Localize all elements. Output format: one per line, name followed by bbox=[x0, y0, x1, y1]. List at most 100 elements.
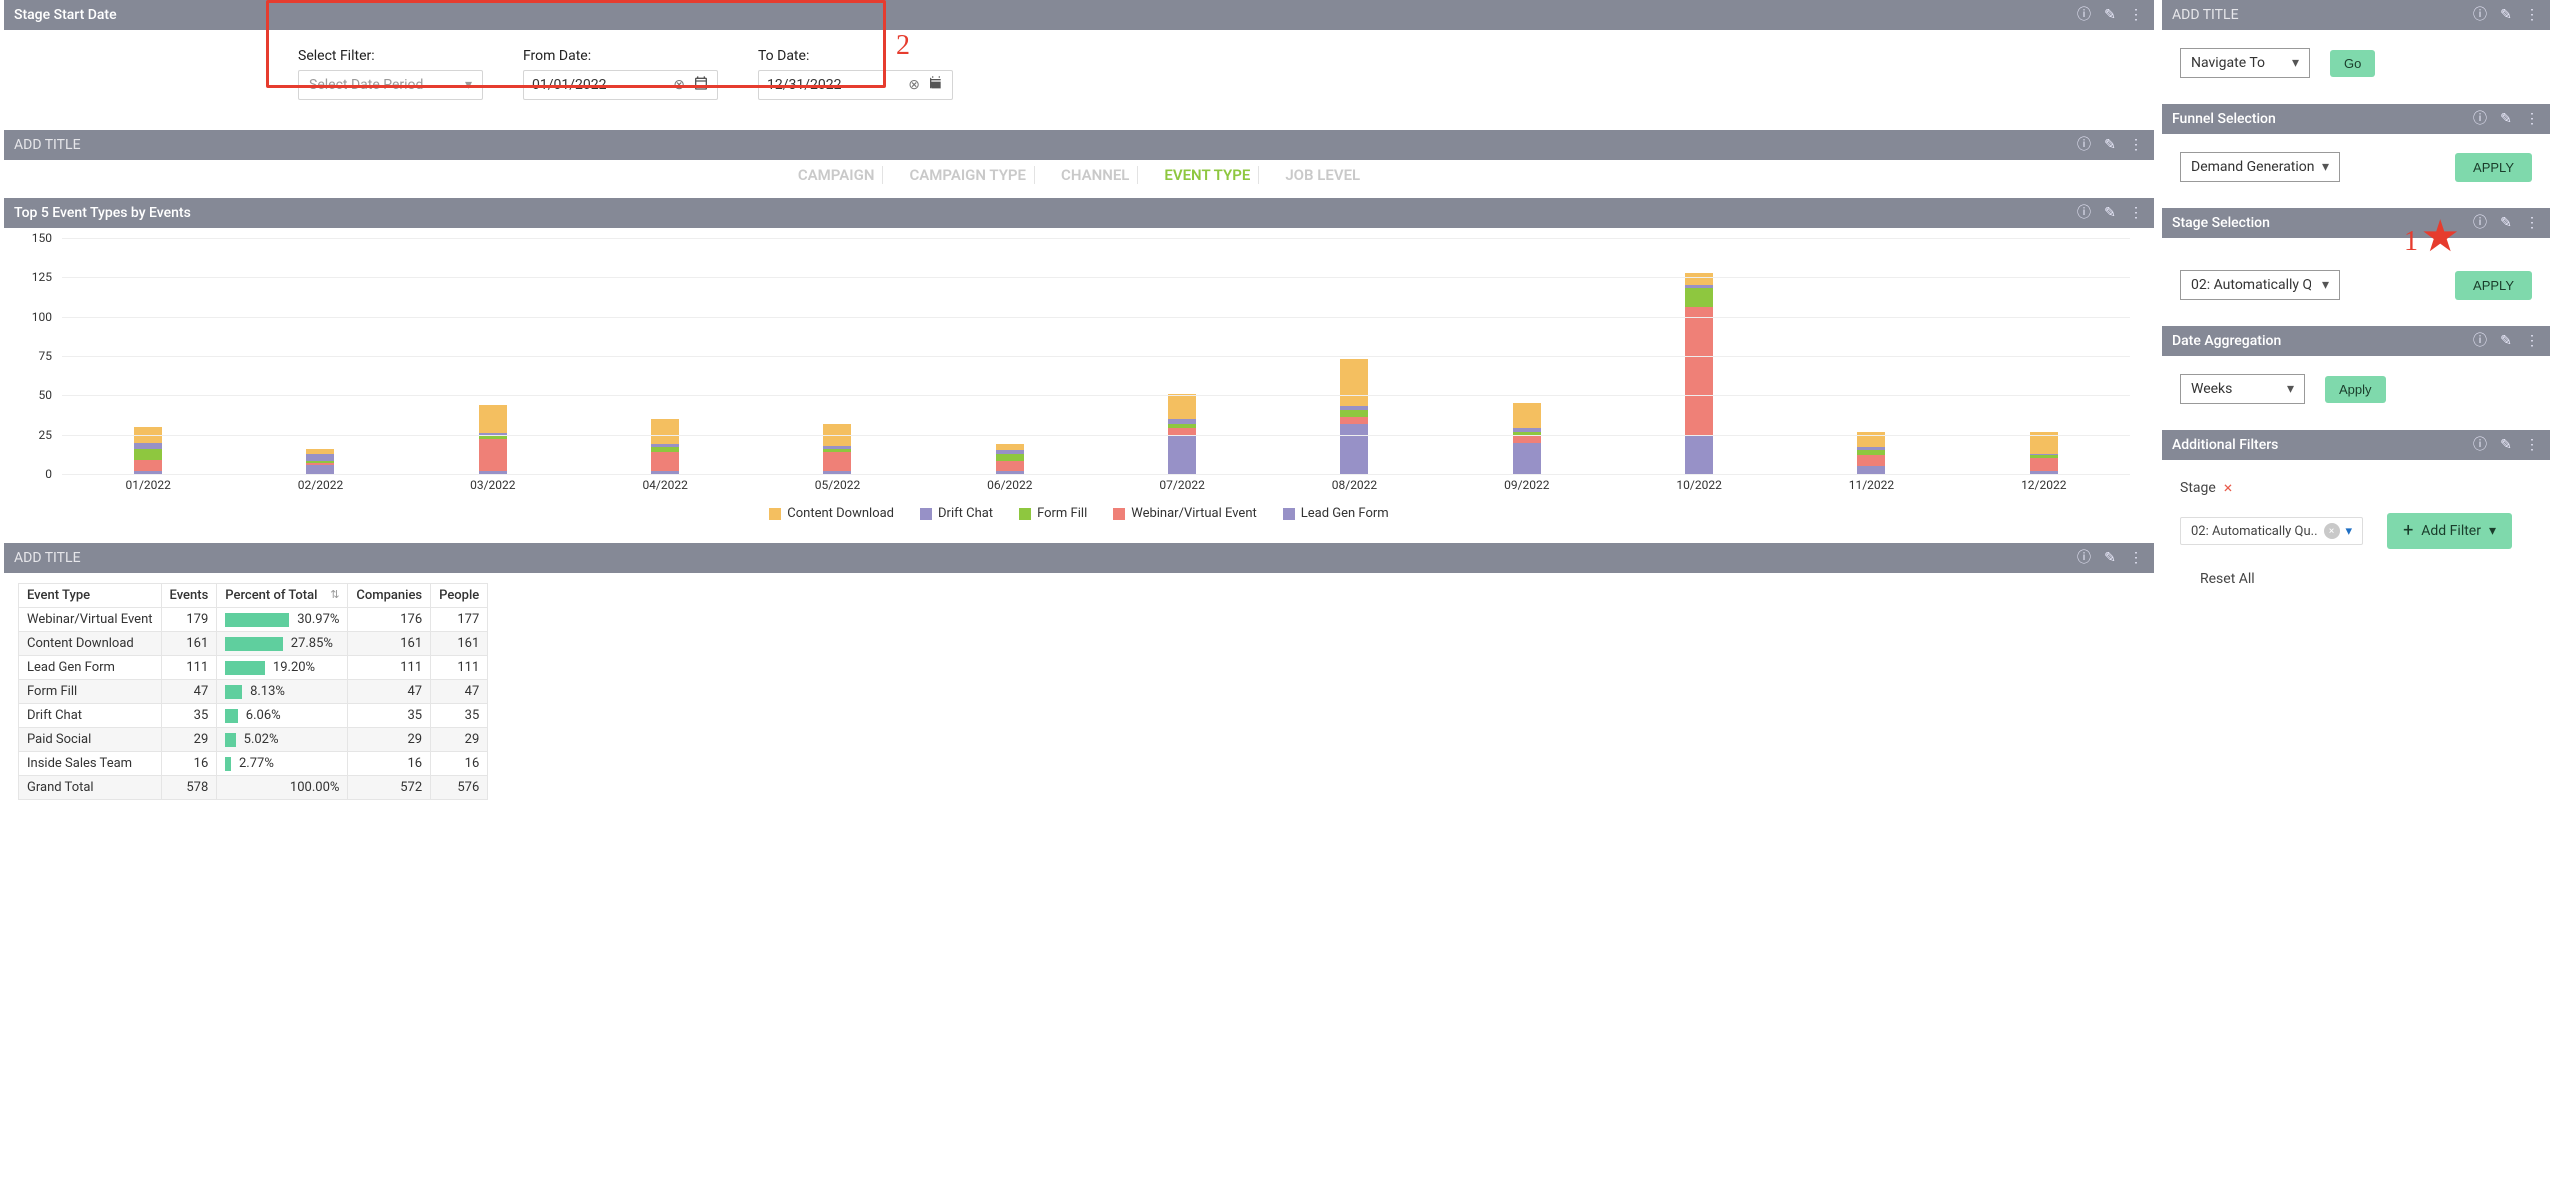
tab-event-type[interactable]: EVENT TYPE bbox=[1156, 166, 1259, 184]
legend-item[interactable]: Webinar/Virtual Event bbox=[1113, 506, 1257, 521]
more-icon[interactable]: ⋮ bbox=[2128, 138, 2144, 152]
tab-channel[interactable]: CHANNEL bbox=[1053, 166, 1138, 184]
clear-chip-icon[interactable]: × bbox=[2324, 523, 2340, 539]
from-date-input[interactable]: 01/01/2022 ⊗ bbox=[523, 70, 718, 100]
col-header[interactable]: People bbox=[431, 584, 488, 608]
funnel-dropdown[interactable]: Demand Generation bbox=[2180, 152, 2340, 182]
table-row[interactable]: Inside Sales Team162.77%1616 bbox=[19, 752, 488, 776]
cell-events: 578 bbox=[161, 776, 217, 800]
col-header[interactable]: Percent of Total⇅ bbox=[217, 584, 348, 608]
reset-all-link[interactable]: Reset All bbox=[2176, 557, 2536, 601]
stage-apply-button[interactable]: APPLY bbox=[2455, 271, 2532, 300]
select-filter-field: Select Filter: Select Date Period ▾ bbox=[298, 48, 483, 100]
remove-filter-icon[interactable]: × bbox=[2224, 478, 2233, 497]
info-icon[interactable]: ⓘ bbox=[2472, 438, 2488, 452]
x-label: 04/2022 bbox=[579, 478, 751, 498]
panel-header-navigate: ADD TITLE ⓘ ✎ ⋮ bbox=[2162, 0, 2550, 30]
funnel-selection-panel: Funnel Selection ⓘ ✎ ⋮ Demand Generation… bbox=[2162, 104, 2550, 200]
info-icon[interactable]: ⓘ bbox=[2472, 334, 2488, 348]
dateagg-dropdown[interactable]: Weeks bbox=[2180, 374, 2305, 404]
edit-icon[interactable]: ✎ bbox=[2498, 216, 2514, 230]
edit-icon[interactable]: ✎ bbox=[2498, 334, 2514, 348]
panel-title-placeholder[interactable]: ADD TITLE bbox=[2172, 7, 2472, 23]
legend-item[interactable]: Lead Gen Form bbox=[1283, 506, 1389, 521]
edit-icon[interactable]: ✎ bbox=[2498, 112, 2514, 126]
table-row[interactable]: Form Fill478.13%4747 bbox=[19, 680, 488, 704]
funnel-apply-button[interactable]: APPLY bbox=[2455, 153, 2532, 182]
col-header[interactable]: Events bbox=[161, 584, 217, 608]
tab-campaign-type[interactable]: CAMPAIGN TYPE bbox=[901, 166, 1035, 184]
more-icon[interactable]: ⋮ bbox=[2128, 8, 2144, 22]
legend-item[interactable]: Drift Chat bbox=[920, 506, 993, 521]
info-icon[interactable]: ⓘ bbox=[2076, 551, 2092, 565]
edit-icon[interactable]: ✎ bbox=[2102, 551, 2118, 565]
funnel-value: Demand Generation bbox=[2191, 159, 2315, 175]
info-icon[interactable]: ⓘ bbox=[2472, 216, 2488, 230]
panel-title-placeholder[interactable]: ADD TITLE bbox=[14, 137, 2076, 153]
edit-icon[interactable]: ✎ bbox=[2498, 438, 2514, 452]
bar-segment bbox=[1685, 273, 1713, 286]
stage-selection-panel: Stage Selection ⓘ ✎ ⋮ 02: Automatically … bbox=[2162, 208, 2550, 318]
cell-percent: 100.00% bbox=[217, 776, 348, 800]
stage-dropdown[interactable]: 02: Automatically Qualified bbox=[2180, 270, 2340, 300]
col-header[interactable]: Companies bbox=[348, 584, 431, 608]
legend-swatch bbox=[1283, 508, 1295, 520]
table-row[interactable]: Lead Gen Form11119.20%111111 bbox=[19, 656, 488, 680]
more-icon[interactable]: ⋮ bbox=[2524, 216, 2540, 230]
info-icon[interactable]: ⓘ bbox=[2472, 8, 2488, 22]
tab-job-level[interactable]: JOB LEVEL bbox=[1277, 166, 1368, 184]
table-row[interactable]: Content Download16127.85%161161 bbox=[19, 632, 488, 656]
navigate-to-dropdown[interactable]: Navigate To bbox=[2180, 48, 2310, 78]
info-icon[interactable]: ⓘ bbox=[2076, 138, 2092, 152]
bar-segment bbox=[1685, 307, 1713, 436]
x-label: 03/2022 bbox=[407, 478, 579, 498]
y-tick: 100 bbox=[32, 310, 52, 324]
edit-icon[interactable]: ✎ bbox=[2102, 138, 2118, 152]
more-icon[interactable]: ⋮ bbox=[2524, 112, 2540, 126]
table-row[interactable]: Paid Social295.02%2929 bbox=[19, 728, 488, 752]
x-label: 07/2022 bbox=[1096, 478, 1268, 498]
table-row[interactable]: Webinar/Virtual Event17930.97%176177 bbox=[19, 608, 488, 632]
bar-segment bbox=[1168, 436, 1196, 474]
more-icon[interactable]: ⋮ bbox=[2524, 438, 2540, 452]
legend-item[interactable]: Form Fill bbox=[1019, 506, 1087, 521]
more-icon[interactable]: ⋮ bbox=[2128, 206, 2144, 220]
y-tick: 125 bbox=[32, 270, 52, 284]
stage-start-date-panel: Stage Start Date ⓘ ✎ ⋮ Select Filter: Se… bbox=[4, 0, 2154, 122]
table-row[interactable]: Drift Chat356.06%3535 bbox=[19, 704, 488, 728]
add-filter-button[interactable]: + Add Filter ▾ bbox=[2387, 513, 2512, 549]
select-date-period-dropdown[interactable]: Select Date Period ▾ bbox=[298, 70, 483, 100]
clear-icon[interactable]: ⊗ bbox=[673, 77, 685, 93]
edit-icon[interactable]: ✎ bbox=[2102, 206, 2118, 220]
sort-desc-icon[interactable]: ⇅ bbox=[330, 588, 339, 601]
more-icon[interactable]: ⋮ bbox=[2524, 8, 2540, 22]
legend-label: Content Download bbox=[787, 506, 894, 521]
clear-icon[interactable]: ⊗ bbox=[908, 77, 920, 93]
cell-people: 177 bbox=[431, 608, 488, 632]
edit-icon[interactable]: ✎ bbox=[2498, 8, 2514, 22]
bar-segment bbox=[2030, 458, 2058, 471]
to-date-input[interactable]: 12/31/2022 ⊗ bbox=[758, 70, 953, 100]
plus-icon: + bbox=[2403, 522, 2413, 540]
filter-chip-dropdown[interactable]: 02: Automatically Qu.. × ▾ bbox=[2180, 517, 2363, 545]
chevron-down-icon: ▾ bbox=[2346, 524, 2353, 539]
info-icon[interactable]: ⓘ bbox=[2076, 8, 2092, 22]
calendar-icon[interactable] bbox=[693, 75, 709, 95]
more-icon[interactable]: ⋮ bbox=[2128, 551, 2144, 565]
info-icon[interactable]: ⓘ bbox=[2076, 206, 2092, 220]
bar-segment bbox=[1685, 436, 1713, 474]
panel-header-table: ADD TITLE ⓘ ✎ ⋮ bbox=[4, 543, 2154, 573]
panel-title-placeholder[interactable]: ADD TITLE bbox=[14, 550, 2076, 566]
cell-percent: 30.97% bbox=[217, 608, 348, 632]
tab-campaign[interactable]: CAMPAIGN bbox=[790, 166, 884, 184]
legend-item[interactable]: Content Download bbox=[769, 506, 894, 521]
cell-companies: 176 bbox=[348, 608, 431, 632]
col-header[interactable]: Event Type bbox=[19, 584, 162, 608]
calendar-icon[interactable] bbox=[928, 75, 944, 95]
info-icon[interactable]: ⓘ bbox=[2472, 112, 2488, 126]
edit-icon[interactable]: ✎ bbox=[2102, 8, 2118, 22]
dateagg-apply-button[interactable]: Apply bbox=[2325, 376, 2386, 403]
to-date-label: To Date: bbox=[758, 48, 953, 64]
more-icon[interactable]: ⋮ bbox=[2524, 334, 2540, 348]
go-button[interactable]: Go bbox=[2330, 50, 2375, 77]
